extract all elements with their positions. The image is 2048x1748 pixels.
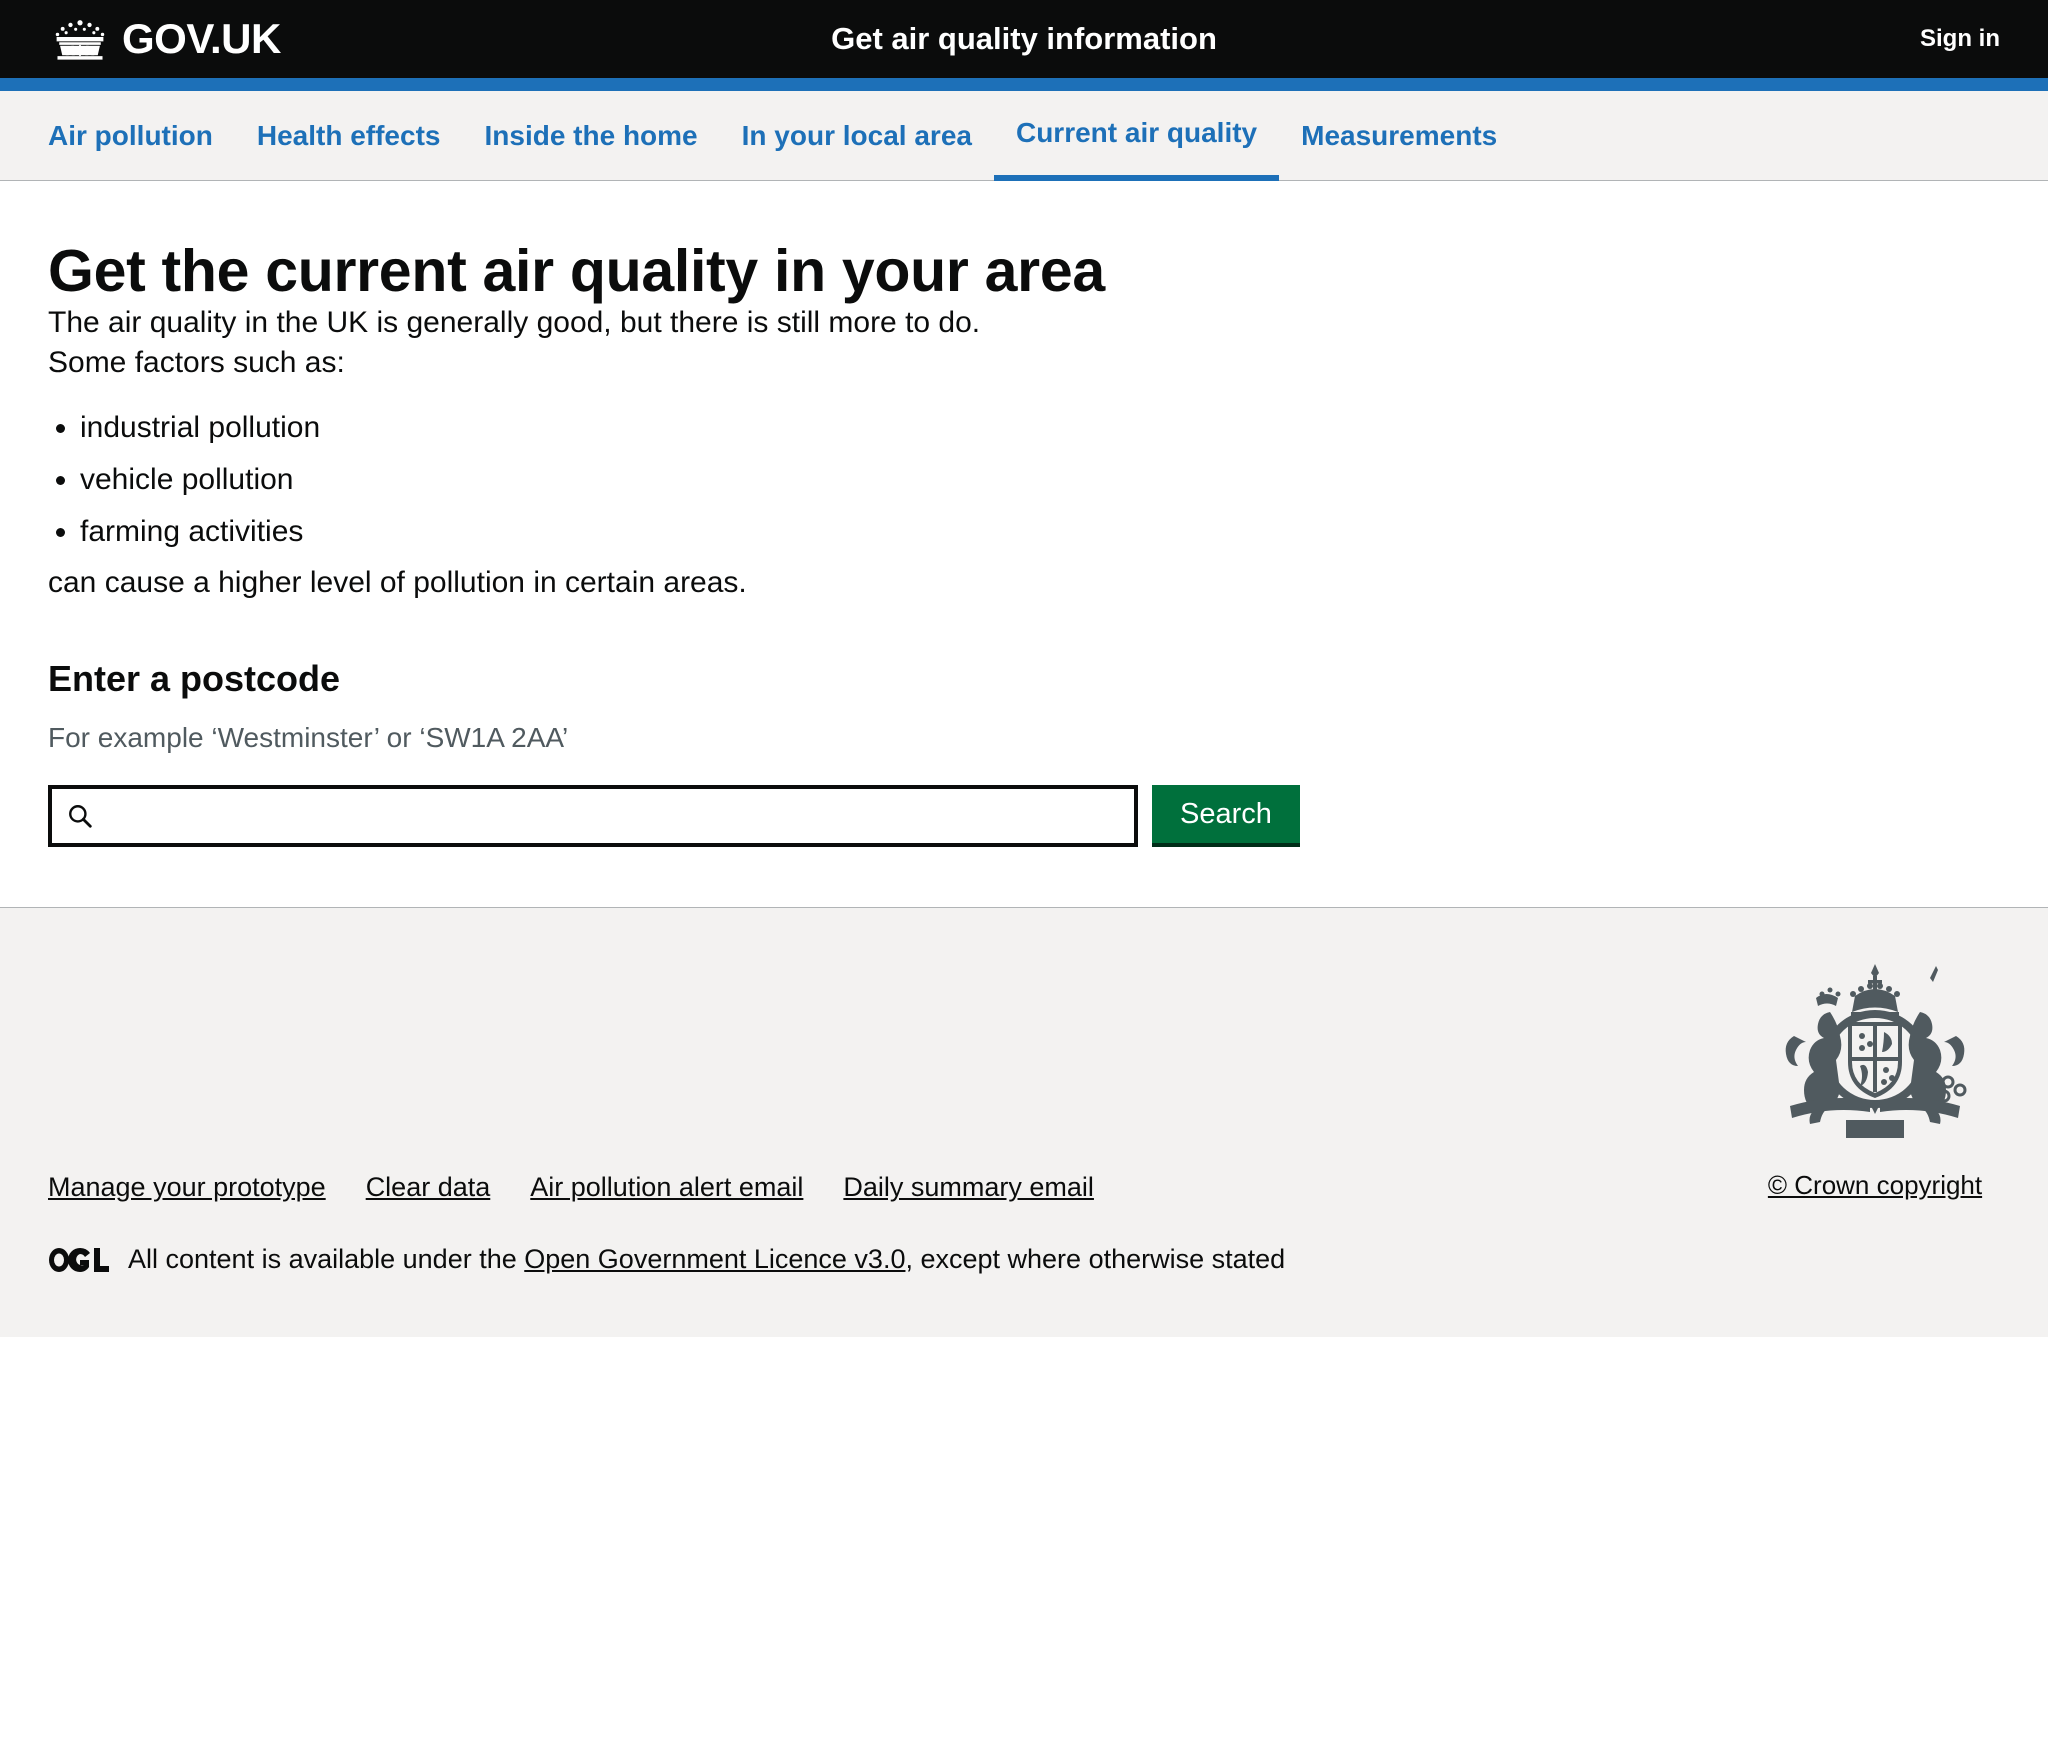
service-navigation: Air pollution Health effects Inside the … (0, 91, 2048, 181)
postcode-hint: For example ‘Westminster’ or ‘SW1A 2AA’ (48, 722, 569, 754)
list-item[interactable]: Daily summary email (843, 1172, 1094, 1203)
header-inner: GOV.UK Get air quality information Sign … (0, 0, 2048, 78)
nav-link-inside-the-home[interactable]: Inside the home (484, 122, 697, 150)
footer-links-list: Manage your prototype Clear data Air pol… (48, 1172, 1094, 1203)
service-nav-list: Air pollution Health effects Inside the … (0, 91, 2048, 181)
postcode-search-group: Search (48, 785, 2000, 848)
main-content: Get the current air quality in your area… (0, 238, 2048, 908)
search-input[interactable] (100, 790, 1134, 843)
search-input-wrapper[interactable] (48, 785, 1138, 848)
list-item[interactable]: Air pollution alert email (530, 1172, 803, 1203)
nav-link-in-your-local-area[interactable]: In your local area (742, 122, 972, 150)
crown-copyright-link[interactable]: © Crown copyright (1768, 1170, 1982, 1201)
ogl-logo-icon (48, 1247, 110, 1273)
crown-icon (48, 18, 112, 60)
list-item: vehicle pollution (80, 460, 2000, 500)
nav-item-air-pollution[interactable]: Air pollution (48, 91, 235, 181)
nav-item-inside-the-home[interactable]: Inside the home (462, 91, 719, 181)
crest-block: © Crown copyright (1750, 954, 2000, 1201)
licence-prefix: All content is available under the (128, 1244, 525, 1275)
factors-lead-paragraph: Some factors such as: (48, 345, 345, 379)
licence-suffix: , except where otherwise stated (905, 1244, 1286, 1275)
list-item[interactable]: Clear data (366, 1172, 491, 1203)
govuk-header: GOV.UK Get air quality information Sign … (0, 0, 2048, 78)
footer-link-manage-your-prototype[interactable]: Manage your prototype (48, 1172, 326, 1202)
search-icon (52, 803, 100, 829)
factors-trailer-paragraph: can cause a higher level of pollution in… (48, 566, 747, 600)
licence-text: All content is available under the Open … (128, 1244, 1285, 1275)
nav-link-current-air-quality[interactable]: Current air quality (1016, 119, 1257, 147)
nav-item-current-air-quality[interactable]: Current air quality (993, 91, 1280, 181)
service-name-link[interactable]: Get air quality information (831, 21, 1217, 57)
sign-in-link[interactable]: Sign in (1920, 25, 2000, 53)
factors-list: industrial pollution vehicle pollution f… (48, 408, 2000, 551)
govuk-footer: © Crown copyright Manage your prototype … (0, 907, 2048, 1338)
nav-link-air-pollution[interactable]: Air pollution (48, 122, 213, 150)
footer-link-daily-summary-email[interactable]: Daily summary email (843, 1172, 1094, 1202)
footer-licence: All content is available under the Open … (48, 1244, 1285, 1275)
header-blue-bar (0, 78, 2048, 91)
nav-item-measurements[interactable]: Measurements (1279, 91, 1519, 181)
footer-link-air-pollution-alert-email[interactable]: Air pollution alert email (530, 1172, 803, 1202)
list-item: industrial pollution (80, 408, 2000, 448)
govuk-logo-text: GOV.UK (122, 15, 281, 62)
royal-coat-of-arms-icon (1750, 954, 2000, 1154)
govuk-logo-link[interactable]: GOV.UK (48, 18, 281, 60)
footer-link-clear-data[interactable]: Clear data (366, 1172, 491, 1202)
content-column: Get the current air quality in your area… (48, 238, 2000, 848)
page-title: Get the current air quality in your area (48, 238, 1105, 304)
nav-link-measurements[interactable]: Measurements (1301, 122, 1497, 150)
nav-item-health-effects[interactable]: Health effects (235, 91, 463, 181)
search-button[interactable]: Search (1152, 785, 1300, 848)
list-item[interactable]: Manage your prototype (48, 1172, 326, 1203)
open-government-licence-link[interactable]: Open Government Licence v3.0 (524, 1244, 905, 1274)
nav-link-health-effects[interactable]: Health effects (257, 122, 441, 150)
postcode-heading: Enter a postcode (48, 657, 341, 699)
list-item: farming activities (80, 512, 2000, 552)
nav-item-in-your-local-area[interactable]: In your local area (720, 91, 994, 181)
intro-paragraph: The air quality in the UK is generally g… (48, 306, 981, 340)
